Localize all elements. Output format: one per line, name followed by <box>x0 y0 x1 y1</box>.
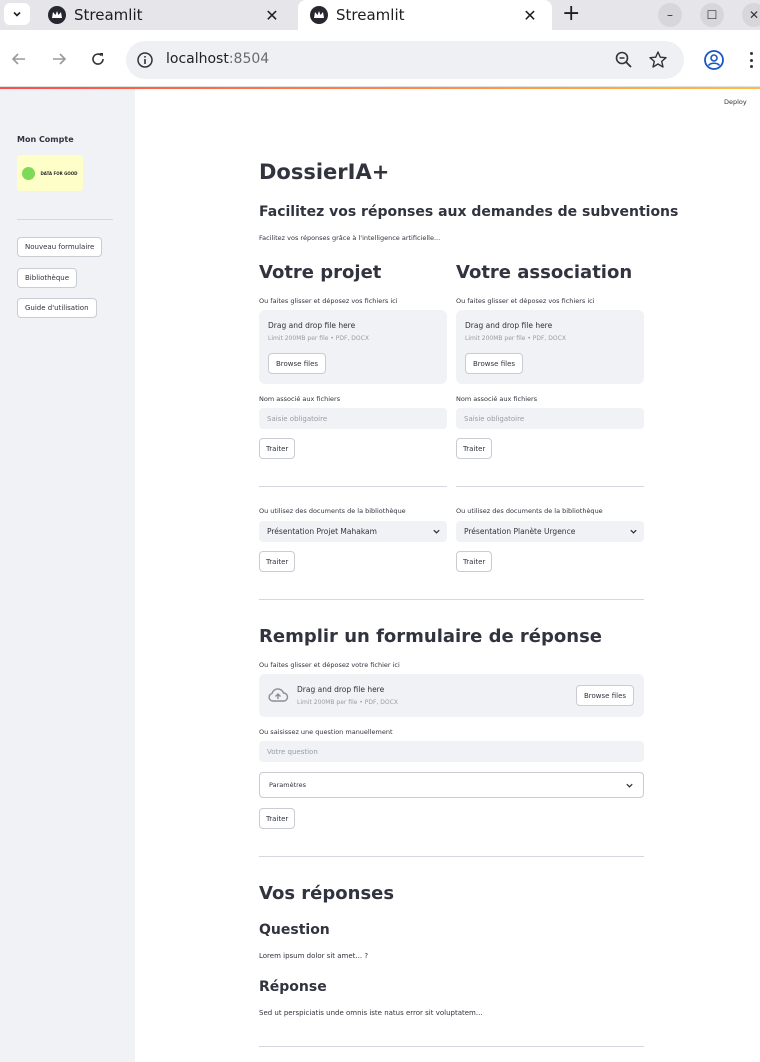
question-heading: Question <box>259 922 330 938</box>
projet-name-input[interactable]: Saisie obligatoire <box>259 408 447 429</box>
reponse-heading: Réponse <box>259 979 327 995</box>
page-title: DossierIA+ <box>259 160 390 184</box>
cloud-upload-icon <box>268 688 289 702</box>
association-file-dropzone[interactable]: Drag and drop file here Limit 200MB per … <box>456 310 644 384</box>
url-port: :8504 <box>228 51 270 67</box>
bibliotheque-button[interactable]: Bibliothèque <box>17 268 78 288</box>
divider <box>259 1046 644 1047</box>
site-info-icon[interactable] <box>136 51 154 69</box>
browser-toolbar: localhost:8504 <box>0 30 760 87</box>
browser-tab-1[interactable]: Streamlit ✕ <box>36 0 294 30</box>
association-library-label: Ou utilisez des documents de la biblioth… <box>456 507 603 515</box>
nouveau-formulaire-button[interactable]: Nouveau formulaire <box>17 237 103 257</box>
formulaire-upload-label: Ou faites glisser et déposez votre fichi… <box>259 661 400 669</box>
browser-tab-bar: Streamlit ✕ Streamlit ✕ + – ☐ ✕ <box>0 0 760 30</box>
logo-mark-icon <box>22 166 36 180</box>
tab-title: Streamlit <box>336 6 405 24</box>
page-subtitle: Facilitez vos réponses aux demandes de s… <box>259 204 679 220</box>
back-arrow-icon[interactable] <box>8 48 30 70</box>
formulaire-heading: Remplir un formulaire de réponse <box>259 626 603 647</box>
association-traiter-button[interactable]: Traiter <box>456 438 493 459</box>
select-value: Présentation Projet Mahakam <box>267 527 377 536</box>
bookmark-star-icon[interactable] <box>648 50 668 70</box>
divider <box>456 486 644 487</box>
reponses-heading: Vos réponses <box>259 883 395 904</box>
browser-tab-2-active[interactable]: Streamlit ✕ <box>298 0 552 30</box>
chevron-down-icon <box>13 11 21 17</box>
new-tab-plus-icon[interactable]: + <box>562 1 580 26</box>
window-close-icon[interactable]: ✕ <box>742 3 760 27</box>
logo-text: DATA FOR GOOD <box>40 170 78 176</box>
projet-file-dropzone[interactable]: Drag and drop file here Limit 200MB per … <box>259 310 447 384</box>
reload-icon[interactable] <box>87 48 109 70</box>
projet-browse-files-button[interactable]: Browse files <box>268 353 327 374</box>
question-label: Ou saisissez une question manuellement <box>259 728 393 736</box>
tab-title: Streamlit <box>74 6 143 24</box>
association-name-label: Nom associé aux fichiers <box>456 395 538 403</box>
zoom-out-icon[interactable] <box>614 50 634 70</box>
projet-heading: Votre projet <box>259 262 382 283</box>
projet-upload-label: Ou faites glisser et déposez vos fichier… <box>259 297 398 305</box>
minimize-icon[interactable]: – <box>658 3 682 27</box>
chevron-down-icon <box>630 529 637 534</box>
dropzone-limit: Limit 200MB per file • PDF, DOCX <box>268 335 369 342</box>
chevron-down-icon <box>626 783 633 788</box>
address-bar[interactable]: localhost:8504 <box>126 41 684 79</box>
formulaire-file-dropzone[interactable]: Drag and drop file here Limit 200MB per … <box>259 674 644 717</box>
divider <box>259 486 447 487</box>
association-name-input[interactable]: Saisie obligatoire <box>456 408 644 429</box>
url-text[interactable]: localhost:8504 <box>166 51 269 67</box>
data-for-good-logo: DATA FOR GOOD <box>17 155 83 191</box>
page-caption: Facilitez vos réponses grâce à l'intelli… <box>259 234 441 242</box>
parametres-expander[interactable]: Paramètres <box>259 772 644 798</box>
url-host: localhost <box>166 51 229 67</box>
streamlit-crown-icon <box>48 6 66 24</box>
maximize-icon[interactable]: ☐ <box>700 3 724 27</box>
projet-library-label: Ou utilisez des documents de la biblioth… <box>259 507 406 515</box>
tab-search-button[interactable] <box>4 3 30 25</box>
projet-name-label: Nom associé aux fichiers <box>259 395 341 403</box>
dropzone-limit: Limit 200MB per file • PDF, DOCX <box>297 699 398 706</box>
expander-label: Paramètres <box>269 781 307 789</box>
sidebar: Mon Compte DATA FOR GOOD Nouveau formula… <box>0 89 135 1062</box>
sidebar-divider <box>17 219 113 220</box>
association-browse-files-button[interactable]: Browse files <box>465 353 524 374</box>
dropzone-title: Drag and drop file here <box>268 321 356 330</box>
close-icon[interactable]: ✕ <box>520 6 540 25</box>
close-icon[interactable]: ✕ <box>262 6 282 25</box>
browser-menu-icon[interactable] <box>744 50 758 70</box>
divider <box>259 856 644 857</box>
question-text: Lorem ipsum dolor sit amet... ? <box>259 952 369 960</box>
question-input[interactable]: Votre question <box>259 741 644 762</box>
chevron-down-icon <box>433 529 440 534</box>
sidebar-title: Mon Compte <box>17 135 74 144</box>
association-upload-label: Ou faites glisser et déposez vos fichier… <box>456 297 595 305</box>
association-library-traiter-button[interactable]: Traiter <box>456 551 493 572</box>
divider <box>259 599 644 600</box>
dropzone-limit: Limit 200MB per file • PDF, DOCX <box>465 335 566 342</box>
streamlit-crown-icon <box>310 6 328 24</box>
formulaire-browse-files-button[interactable]: Browse files <box>576 685 635 706</box>
projet-library-traiter-button[interactable]: Traiter <box>259 551 296 572</box>
reponse-text: Sed ut perspiciatis unde omnis iste natu… <box>259 1009 483 1017</box>
select-value: Présentation Planète Urgence <box>464 527 576 536</box>
deploy-button[interactable]: Deploy <box>724 98 747 106</box>
profile-icon[interactable] <box>703 49 725 71</box>
association-library-select[interactable]: Présentation Planète Urgence <box>456 521 644 542</box>
dropzone-title: Drag and drop file here <box>465 321 553 330</box>
forward-arrow-icon[interactable] <box>48 48 70 70</box>
association-heading: Votre association <box>456 262 633 283</box>
formulaire-traiter-button[interactable]: Traiter <box>259 808 296 829</box>
projet-library-select[interactable]: Présentation Projet Mahakam <box>259 521 447 542</box>
guide-utilisation-button[interactable]: Guide d'utilisation <box>17 298 97 318</box>
dropzone-title: Drag and drop file here <box>297 685 385 694</box>
projet-traiter-button[interactable]: Traiter <box>259 438 296 459</box>
